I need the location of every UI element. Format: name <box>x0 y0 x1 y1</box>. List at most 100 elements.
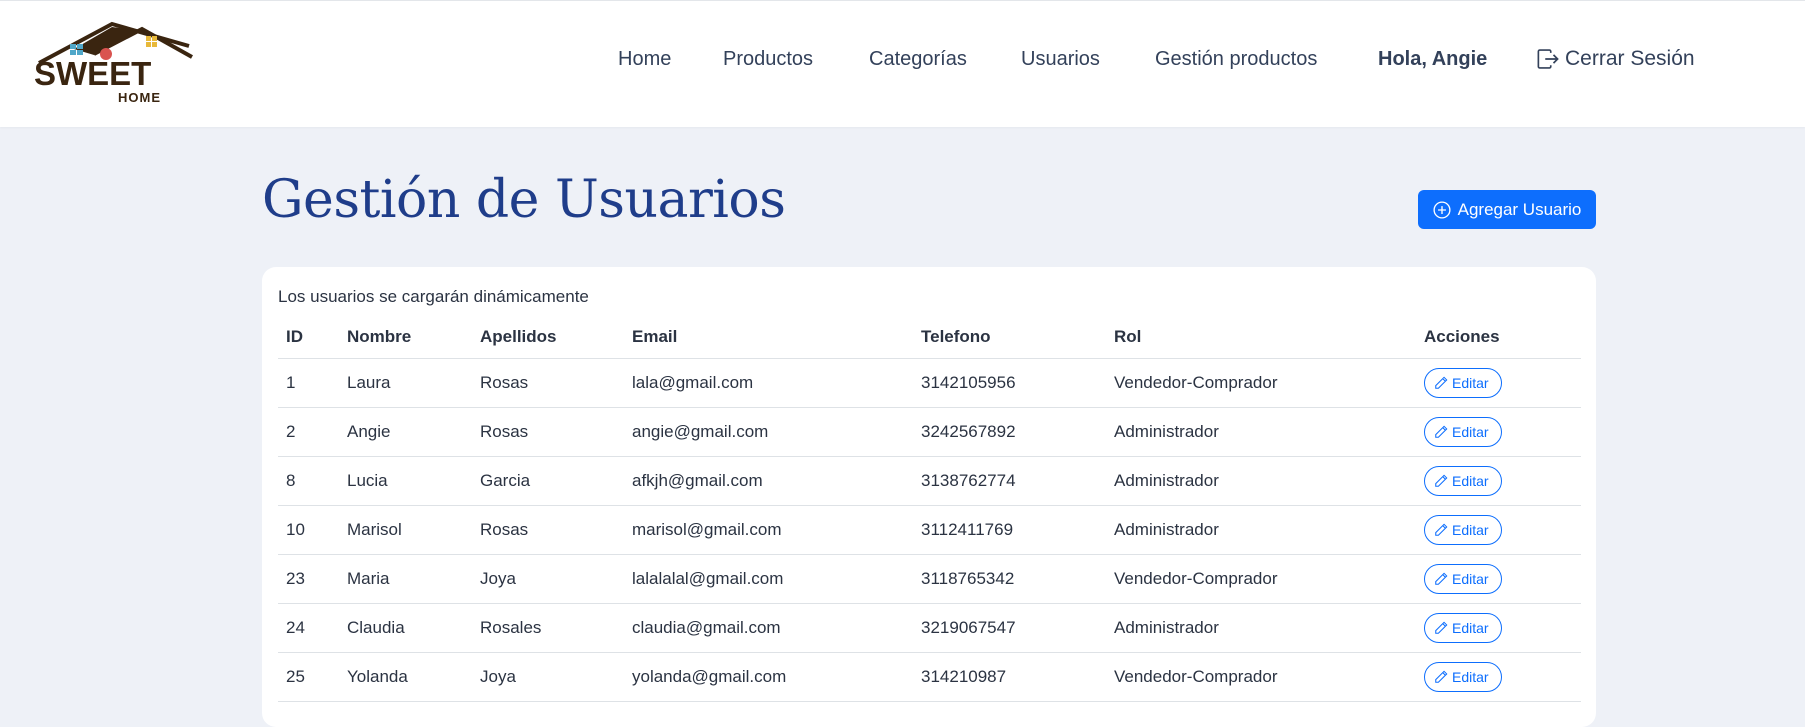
edit-label: Editar <box>1452 424 1489 440</box>
cell-id: 25 <box>278 652 339 702</box>
edit-user-button[interactable]: Editar <box>1424 417 1502 447</box>
table-row: 24 Claudia Rosales claudia@gmail.com 3219067… <box>278 603 1581 653</box>
cell-rol: Administrador <box>1106 603 1416 653</box>
pencil-icon <box>1435 523 1448 536</box>
cell-apellidos: Garcia <box>472 456 624 506</box>
add-user-button[interactable]: Agregar Usuario <box>1418 190 1596 229</box>
cell-rol: Administrador <box>1106 505 1416 555</box>
cell-telefono: 3138762774 <box>913 456 1106 506</box>
header-acciones: Acciones <box>1416 316 1581 359</box>
header-id: ID <box>278 316 339 359</box>
header-nombre: Nombre <box>339 316 472 359</box>
logout-label: Cerrar Sesión <box>1565 47 1695 70</box>
cell-apellidos: Joya <box>472 554 624 604</box>
user-greeting: Hola, Angie <box>1378 48 1488 70</box>
cell-rol: Administrador <box>1106 407 1416 457</box>
users-card: Los usuarios se cargarán dinámicamente I… <box>262 267 1596 727</box>
cell-telefono: 3112411769 <box>913 505 1106 555</box>
cell-apellidos: Rosas <box>472 407 624 457</box>
cell-apellidos: Joya <box>472 652 624 702</box>
nav-home[interactable]: Home <box>618 48 671 71</box>
pencil-icon <box>1435 376 1448 389</box>
header-rol: Rol <box>1106 316 1416 359</box>
main-nav: Home Productos Categorías Usuarios Gesti… <box>0 47 1805 78</box>
edit-user-button[interactable]: Editar <box>1424 662 1502 692</box>
cell-apellidos: Rosas <box>472 358 624 408</box>
cell-email: angie@gmail.com <box>624 407 913 457</box>
pencil-icon <box>1435 425 1448 438</box>
users-table: ID Nombre Apellidos Email Telefono Rol A… <box>278 316 1581 702</box>
pencil-icon <box>1435 670 1448 683</box>
table-row: 2 Angie Rosas angie@gmail.com 3242567892 Admi… <box>278 407 1581 457</box>
cell-acciones: Editar <box>1416 358 1581 408</box>
cell-email: marisol@gmail.com <box>624 505 913 555</box>
cell-id: 8 <box>278 456 339 506</box>
cell-apellidos: Rosales <box>472 603 624 653</box>
edit-label: Editar <box>1452 522 1489 538</box>
pencil-icon <box>1435 474 1448 487</box>
navbar: SWEET HOME Home Productos Categorías Usu… <box>0 0 1805 127</box>
cell-email: yolanda@gmail.com <box>624 652 913 702</box>
table-row: 1 Laura Rosas lala@gmail.com 3142105956 Vende… <box>278 358 1581 408</box>
table-row: 10 Marisol Rosas marisol@gmail.com 311241176… <box>278 505 1581 555</box>
header-email: Email <box>624 316 913 359</box>
page-title: Gestión de Usuarios <box>262 170 786 230</box>
edit-user-button[interactable]: Editar <box>1424 564 1502 594</box>
cell-acciones: Editar <box>1416 407 1581 457</box>
edit-user-button[interactable]: Editar <box>1424 466 1502 496</box>
logout-link[interactable]: Cerrar Sesión <box>1537 47 1695 71</box>
nav-productos[interactable]: Productos <box>723 48 813 71</box>
edit-label: Editar <box>1452 473 1489 489</box>
cell-telefono: 314210987 <box>913 652 1106 702</box>
table-row: 23 Maria Joya lalalalal@gmail.com 3118765342… <box>278 554 1581 604</box>
pencil-icon <box>1435 572 1448 585</box>
table-row: 8 Lucia Garcia afkjh@gmail.com 3138762774 Adm… <box>278 456 1581 506</box>
cell-id: 24 <box>278 603 339 653</box>
cell-rol: Administrador <box>1106 456 1416 506</box>
cell-rol: Vendedor-Comprador <box>1106 652 1416 702</box>
pencil-icon <box>1435 621 1448 634</box>
nav-gestion-productos[interactable]: Gestión productos <box>1155 48 1317 71</box>
cell-id: 10 <box>278 505 339 555</box>
cell-acciones: Editar <box>1416 652 1581 702</box>
cell-acciones: Editar <box>1416 554 1581 604</box>
cell-acciones: Editar <box>1416 505 1581 555</box>
edit-label: Editar <box>1452 620 1489 636</box>
cell-email: claudia@gmail.com <box>624 603 913 653</box>
edit-user-button[interactable]: Editar <box>1424 613 1502 643</box>
cell-nombre: Maria <box>339 554 472 604</box>
plus-circle-icon <box>1433 200 1451 219</box>
cell-telefono: 3219067547 <box>913 603 1106 653</box>
cell-nombre: Marisol <box>339 505 472 555</box>
cell-email: afkjh@gmail.com <box>624 456 913 506</box>
cell-nombre: Claudia <box>339 603 472 653</box>
edit-user-button[interactable]: Editar <box>1424 515 1502 545</box>
add-user-label: Agregar Usuario <box>1457 199 1582 219</box>
cell-id: 1 <box>278 358 339 408</box>
box-arrow-right-icon <box>1537 49 1559 69</box>
loading-note: Los usuarios se cargarán dinámicamente <box>278 287 589 306</box>
cell-nombre: Laura <box>339 358 472 408</box>
nav-usuarios[interactable]: Usuarios <box>1021 48 1100 71</box>
edit-label: Editar <box>1452 571 1489 587</box>
cell-rol: Vendedor-Comprador <box>1106 554 1416 604</box>
table-row: 25 Yolanda Joya yolanda@gmail.com 314210987 V… <box>278 652 1581 702</box>
cell-nombre: Lucia <box>339 456 472 506</box>
cell-id: 23 <box>278 554 339 604</box>
header-telefono: Telefono <box>913 316 1106 359</box>
cell-acciones: Editar <box>1416 603 1581 653</box>
nav-categorias[interactable]: Categorías <box>869 48 967 71</box>
header-apellidos: Apellidos <box>472 316 624 359</box>
cell-nombre: Angie <box>339 407 472 457</box>
cell-telefono: 3242567892 <box>913 407 1106 457</box>
edit-user-button[interactable]: Editar <box>1424 368 1502 398</box>
cell-email: lala@gmail.com <box>624 358 913 408</box>
cell-id: 2 <box>278 407 339 457</box>
cell-telefono: 3142105956 <box>913 358 1106 408</box>
cell-telefono: 3118765342 <box>913 554 1106 604</box>
edit-label: Editar <box>1452 375 1489 391</box>
cell-acciones: Editar <box>1416 456 1581 506</box>
edit-label: Editar <box>1452 669 1489 685</box>
cell-apellidos: Rosas <box>472 505 624 555</box>
cell-email: lalalalal@gmail.com <box>624 554 913 604</box>
